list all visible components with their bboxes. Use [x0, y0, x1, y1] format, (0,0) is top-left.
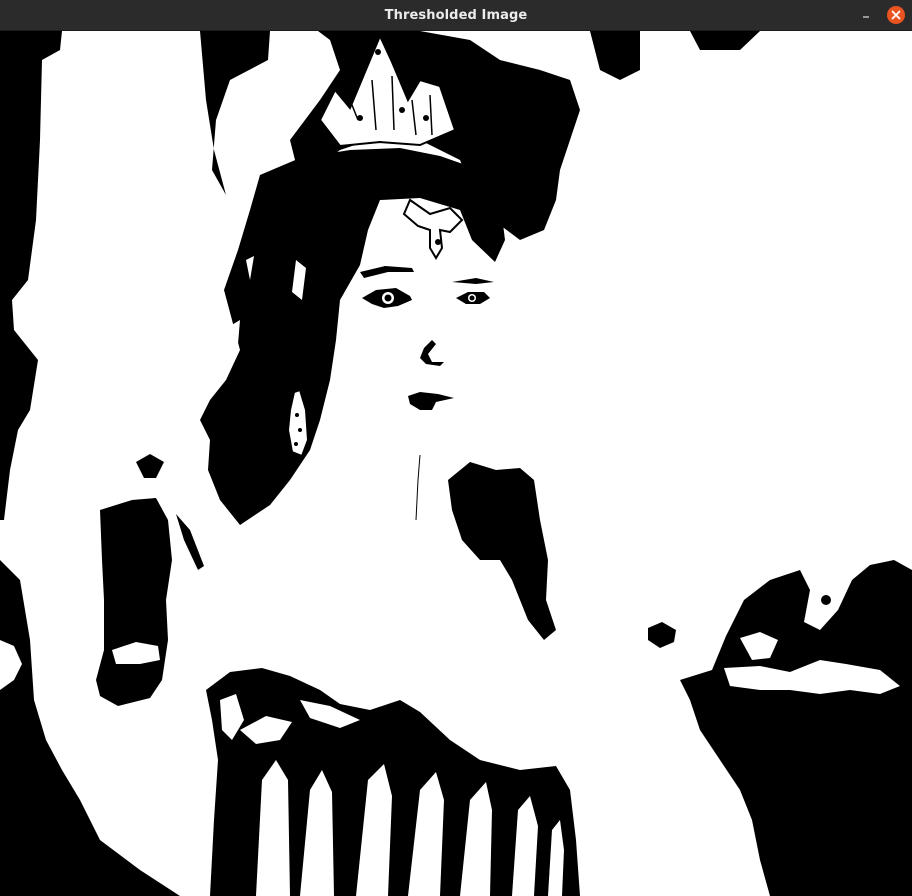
thresholded-image — [0, 31, 912, 896]
minimize-icon — [857, 7, 875, 25]
close-button[interactable] — [887, 6, 905, 24]
close-icon — [887, 6, 905, 24]
thresholded-image-canvas[interactable] — [0, 31, 912, 896]
app-window: Thresholded Image — [0, 0, 912, 896]
title-bar[interactable]: Thresholded Image — [0, 0, 912, 31]
window-title: Thresholded Image — [384, 8, 528, 23]
minimize-button[interactable] — [857, 7, 875, 25]
